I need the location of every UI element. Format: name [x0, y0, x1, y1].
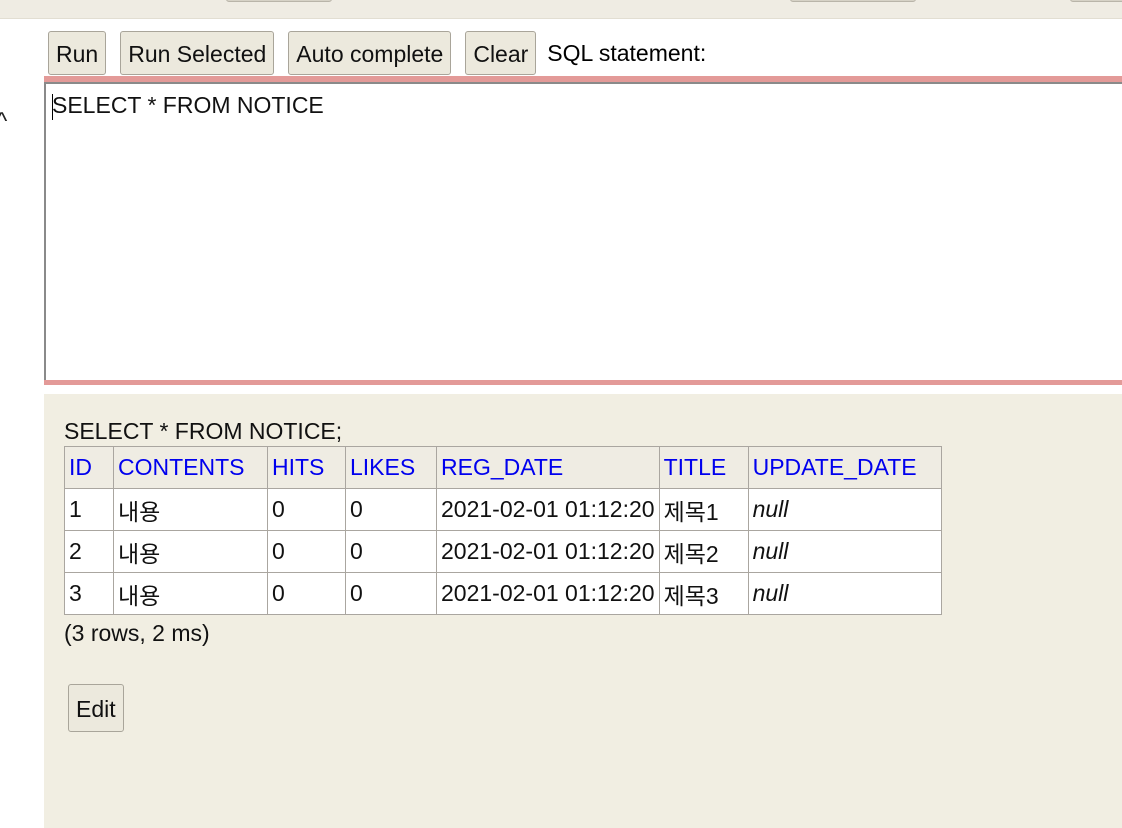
auto-complete-button[interactable]: Auto complete: [288, 31, 452, 75]
cell-reg-date: 2021-02-01 01:12:20: [436, 530, 660, 573]
column-header-title[interactable]: TITLE: [658, 446, 749, 489]
column-header-id[interactable]: ID: [64, 446, 114, 489]
text-caret: [52, 94, 53, 120]
cell-likes: 0: [345, 572, 437, 615]
sql-editor[interactable]: SELECT * FROM NOTICE: [44, 82, 1122, 380]
table-row: 1 내용 0 0 2021-02-01 01:12:20 제목1 null: [64, 488, 942, 531]
editor-border-bottom: [44, 380, 1122, 385]
cell-likes: 0: [345, 530, 437, 573]
top-button-fragment: [226, 0, 332, 2]
cell-likes: 0: [345, 488, 437, 531]
top-button-fragment: [790, 0, 916, 2]
table-header-row: ID CONTENTS HITS LIKES REG_DATE TITLE UP…: [64, 446, 942, 489]
table-row: 3 내용 0 0 2021-02-01 01:12:20 제목3 null: [64, 572, 942, 615]
column-header-hits[interactable]: HITS: [267, 446, 346, 489]
clear-button[interactable]: Clear: [465, 31, 537, 75]
executed-sql: SELECT * FROM NOTICE;: [64, 418, 343, 444]
cell-reg-date: 2021-02-01 01:12:20: [436, 488, 660, 531]
sql-editor-text[interactable]: SELECT * FROM NOTICE: [52, 92, 324, 119]
left-edge-caret-icon: ^: [0, 108, 8, 135]
run-button[interactable]: Run: [48, 31, 107, 75]
cell-title: 제목1: [658, 488, 749, 531]
top-button-fragment: [1070, 0, 1122, 2]
cell-id: 2: [64, 530, 114, 573]
column-header-contents[interactable]: CONTENTS: [113, 446, 268, 489]
cell-title: 제목3: [658, 572, 749, 615]
cell-update-date: null: [747, 572, 942, 615]
cell-hits: 0: [267, 572, 346, 615]
column-header-reg-date[interactable]: REG_DATE: [436, 446, 660, 489]
cell-contents: 내용: [113, 488, 268, 531]
cell-hits: 0: [267, 530, 346, 573]
cell-reg-date: 2021-02-01 01:12:20: [436, 572, 660, 615]
column-header-update-date[interactable]: UPDATE_DATE: [747, 446, 942, 489]
table-row: 2 내용 0 0 2021-02-01 01:12:20 제목2 null: [64, 530, 942, 573]
top-strip: [0, 0, 1122, 19]
run-selected-button[interactable]: Run Selected: [120, 31, 275, 75]
cell-update-date: null: [747, 488, 942, 531]
results-panel: SELECT * FROM NOTICE; ID CONTENTS HITS L…: [44, 394, 1122, 828]
sql-statement-label: SQL statement:: [547, 39, 707, 66]
cell-hits: 0: [267, 488, 346, 531]
cell-contents: 내용: [113, 572, 268, 615]
column-header-likes[interactable]: LIKES: [345, 446, 437, 489]
cell-update-date: null: [747, 530, 942, 573]
cell-id: 3: [64, 572, 114, 615]
result-summary: (3 rows, 2 ms): [64, 620, 210, 646]
cell-title: 제목2: [658, 530, 749, 573]
sql-toolbar: Run Run Selected Auto complete Clear SQL…: [48, 30, 706, 76]
cell-id: 1: [64, 488, 114, 531]
cell-contents: 내용: [113, 530, 268, 573]
edit-button[interactable]: Edit: [68, 684, 124, 732]
result-table: ID CONTENTS HITS LIKES REG_DATE TITLE UP…: [64, 446, 942, 615]
